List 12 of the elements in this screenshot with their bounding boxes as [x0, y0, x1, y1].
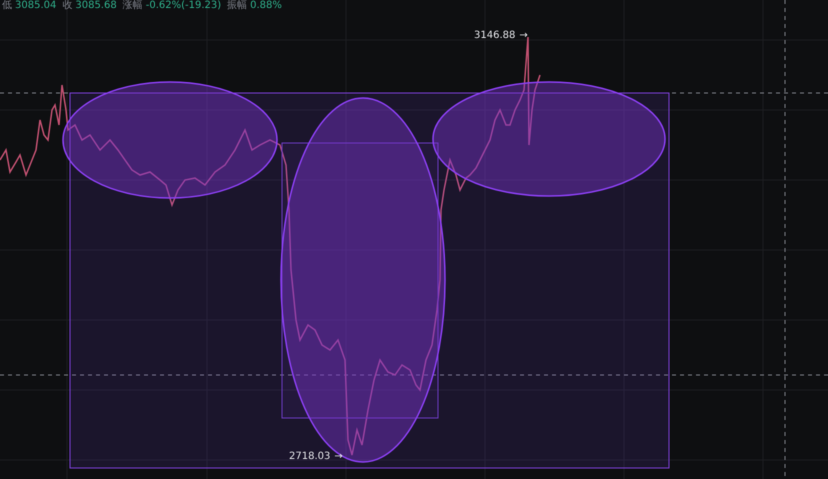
stat-value: 3085.04: [15, 0, 56, 12]
stat-label: 涨幅: [122, 0, 143, 12]
stat-label: 振幅: [227, 0, 248, 12]
stat-value: 0.88%: [250, 0, 282, 12]
stat-label: 收: [62, 0, 72, 12]
arrow-glyph: →: [519, 30, 528, 41]
arrow-glyph: →: [334, 451, 343, 462]
low-price-label: 2718.03: [289, 451, 330, 462]
stat-value: -0.62%(-19.23): [146, 0, 222, 12]
high-price-label: 3146.88: [474, 30, 516, 41]
stat-label: 低: [2, 0, 12, 12]
stat-value: 3085.68: [75, 0, 117, 12]
